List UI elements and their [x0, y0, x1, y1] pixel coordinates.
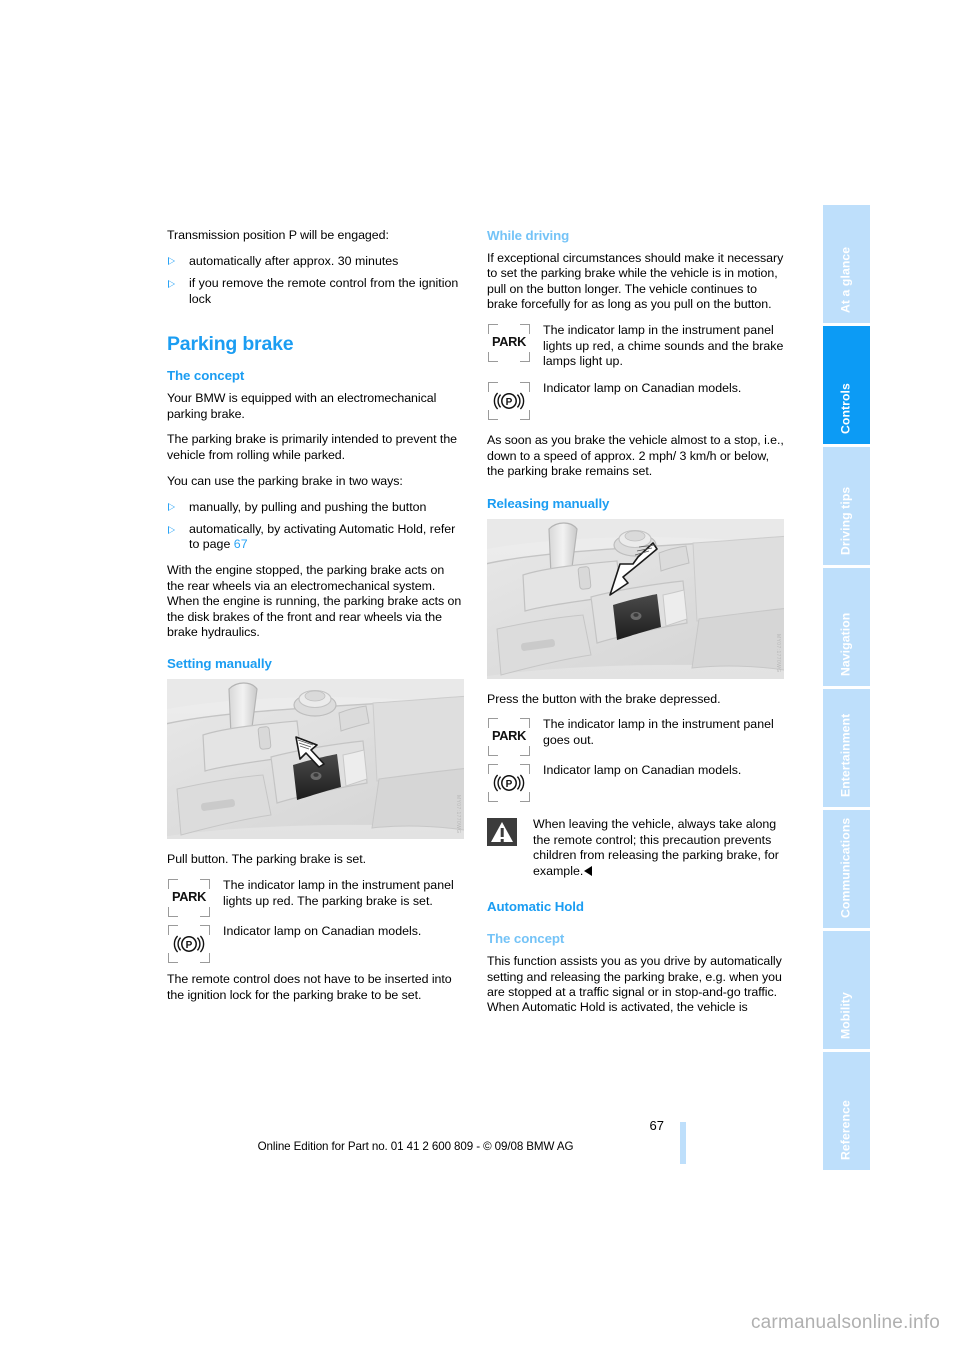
park-icon-label: PARK [491, 334, 527, 350]
list-item: automatically, by activating Automatic H… [167, 522, 464, 553]
symbol-row-text: The indicator lamp in the instrument pan… [543, 717, 774, 747]
figure-code-watermark: MY07:1770WG [455, 794, 461, 834]
manual-page: Transmission position P will be engaged:… [0, 0, 960, 1358]
closing-paragraph-left: The remote control does not have to be i… [167, 972, 452, 1002]
concept-paragraph-3: You can use the parking brake in two way… [167, 473, 403, 488]
sidebar-item-mobility[interactable]: Mobility [823, 931, 870, 1049]
site-watermark: carmanualsonline.info [750, 1312, 940, 1333]
bullet-label: automatically after approx. 30 minutes [189, 253, 399, 268]
auto-hold-paragraph-1: This function assists you as you drive b… [487, 954, 782, 999]
heading-automatic-hold: Automatic Hold [487, 899, 584, 915]
symbol-row-text: The indicator lamp in the instrument pan… [543, 323, 784, 368]
end-of-note-marker [584, 865, 593, 876]
page-number: 67 [649, 1118, 664, 1133]
symbol-row-canadian-release: P Indicator lamp on Canadian models. [487, 763, 784, 803]
section-tabs-sidebar: At a glance Controls Driving tips Naviga… [823, 205, 870, 1170]
symbol-row-text: Indicator lamp on Canadian models. [223, 924, 422, 939]
park-indicator-icon: PARK [167, 878, 211, 918]
park-icon-label: PARK [491, 728, 527, 744]
symbol-row-park-release: PARK The indicator lamp in the instrumen… [487, 717, 784, 757]
sidebar-item-reference[interactable]: Reference [823, 1052, 870, 1170]
symbol-row-text: The indicator lamp in the instrument pan… [223, 878, 454, 908]
heading-the-concept: The concept [167, 368, 245, 384]
park-indicator-icon: PARK [487, 323, 531, 363]
figure-caption-releasing: Press the button with the brake depresse… [487, 691, 721, 706]
svg-text:P: P [506, 779, 513, 790]
footer-accent-bar [680, 1122, 686, 1164]
bullet-label: manually, by pulling and pushing the but… [189, 499, 427, 514]
p-in-circle-glyph: P [173, 935, 205, 953]
triangle-bullet-icon [168, 503, 175, 512]
auto-hold-paragraph-2: When Automatic Hold is activated, the ve… [487, 1000, 748, 1015]
concept-paragraph-2: The parking brake is primarily intended … [167, 432, 458, 462]
right-text-column: While driving If exceptional circumstanc… [487, 228, 784, 1016]
symbol-row-canadian-set: P Indicator lamp on Canadian models. [167, 924, 464, 964]
left-text-column: Transmission position P will be engaged:… [167, 228, 464, 1014]
triangle-bullet-icon [168, 279, 175, 288]
tab-label: At a glance [838, 246, 852, 313]
triangle-bullet-icon [168, 525, 175, 534]
figure-releasing-manually: MY07:1770WG [487, 518, 784, 679]
list-item: if you remove the remote control from th… [167, 276, 464, 307]
tab-label: Driving tips [838, 486, 852, 555]
tab-label: Reference [838, 1100, 852, 1160]
console-photo-releasing [487, 518, 784, 679]
tab-label: Controls [838, 383, 852, 434]
heading-setting-manually: Setting manually [167, 656, 272, 672]
warning-text: When leaving the vehicle, always take al… [533, 817, 779, 878]
tab-label: Navigation [838, 612, 852, 676]
park-icon-label: PARK [171, 889, 207, 905]
console-photo-setting [167, 679, 464, 840]
svg-text:P: P [186, 940, 193, 951]
tab-label: Mobility [838, 992, 852, 1039]
sidebar-item-navigation[interactable]: Navigation [823, 568, 870, 686]
list-item: manually, by pulling and pushing the but… [167, 500, 464, 515]
tab-label: Entertainment [838, 713, 852, 797]
tab-label: Communications [838, 817, 852, 918]
sidebar-item-controls[interactable]: Controls [823, 326, 870, 444]
page-reference-link[interactable]: 67 [234, 537, 248, 551]
concept-paragraph-1: Your BMW is equipped with an electromech… [167, 391, 437, 421]
heading-auto-hold-concept: The concept [487, 931, 565, 947]
figure-code-watermark: MY07:1770WG [775, 633, 781, 673]
footer-imprint: Online Edition for Part no. 01 41 2 600 … [257, 1140, 574, 1153]
sidebar-item-at-a-glance[interactable]: At a glance [823, 205, 870, 323]
symbol-row-text: Indicator lamp on Canadian models. [543, 381, 742, 396]
intro-lead-paragraph: Transmission position P will be engaged: [167, 228, 389, 242]
canadian-p-indicator-icon: P [167, 924, 211, 964]
bullet-label: automatically, by activating Automatic H… [189, 522, 456, 552]
sidebar-item-driving-tips[interactable]: Driving tips [823, 447, 870, 565]
park-indicator-icon: PARK [487, 717, 531, 757]
heading-releasing-manually: Releasing manually [487, 495, 610, 511]
heading-while-driving: While driving [487, 228, 570, 243]
symbol-row-canadian-driving: P Indicator lamp on Canadian models. [487, 381, 784, 421]
symbol-row-text: Indicator lamp on Canadian models. [543, 763, 742, 778]
warning-triangle-icon [487, 818, 517, 847]
concept-paragraph-4: With the engine stopped, the parking bra… [167, 563, 462, 639]
figure-caption-setting: Pull button. The parking brake is set. [167, 852, 366, 867]
driving-paragraph-1: If exceptional circumstances should make… [487, 251, 784, 312]
sidebar-item-entertainment[interactable]: Entertainment [823, 689, 870, 807]
bullet-label: if you remove the remote control from th… [189, 276, 459, 306]
usage-bullet-list: manually, by pulling and pushing the but… [167, 500, 464, 553]
page-title: Parking brake [167, 333, 294, 356]
symbol-row-park-driving: PARK The indicator lamp in the instrumen… [487, 323, 784, 369]
list-item: automatically after approx. 30 minutes [167, 254, 464, 269]
figure-setting-manually: MY07:1770WG [167, 679, 464, 840]
symbol-row-park-set: PARK The indicator lamp in the instrumen… [167, 878, 464, 918]
canadian-p-indicator-icon: P [487, 763, 531, 803]
canadian-p-indicator-icon: P [487, 381, 531, 421]
p-in-circle-glyph: P [493, 774, 525, 792]
triangle-bullet-icon [168, 257, 175, 266]
intro-bullet-list: automatically after approx. 30 minutes i… [167, 254, 464, 307]
warning-note: When leaving the vehicle, always take al… [487, 817, 784, 879]
p-in-circle-glyph: P [493, 392, 525, 410]
driving-paragraph-2: As soon as you brake the vehicle almost … [487, 433, 784, 479]
sidebar-item-communications[interactable]: Communications [823, 810, 870, 928]
svg-text:P: P [506, 397, 513, 408]
